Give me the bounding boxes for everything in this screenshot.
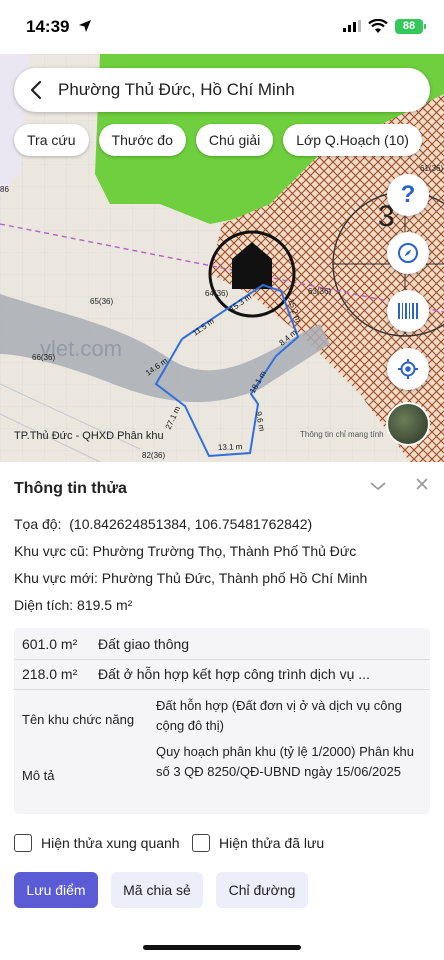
parcel-label: 64(36): [205, 289, 228, 298]
map-toolbar-chips: Tra cứu Thước đo Chú giải Lớp Q.Hoạch (1…: [14, 124, 422, 156]
parcel-label: 65(36): [90, 297, 113, 306]
map-view[interactable]: 3 vlet.com 65(36) 64(36) 63(36) 82(36) 6…: [0, 54, 444, 462]
description-label: Mô tả: [22, 768, 55, 783]
land-use-type: Đất giao thông: [98, 636, 190, 652]
checkbox-saved-parcels[interactable]: Hiện thửa đã lưu: [192, 834, 324, 852]
parcel-label: 63(36): [308, 287, 331, 296]
old-area-value: Phường Trường Thọ, Thành Phố Thủ Đức: [92, 543, 357, 559]
new-area-label: Khu vực mới:: [14, 570, 98, 586]
land-use-type: Đất ở hỗn hợp kết hợp công trình dịch vụ…: [98, 666, 370, 682]
barcode-icon: [398, 303, 418, 319]
compass-icon: [398, 243, 418, 263]
size-row: Diện tích: 819.5 m²: [14, 597, 132, 613]
map-disclaimer: Thông tin chỉ mang tính: [300, 430, 384, 439]
land-use-row[interactable]: 218.0 m² Đất ở hỗn hợp kết hợp công trìn…: [14, 660, 430, 688]
description-value: Quy hoạch phân khu (tỷ lệ 1/2000) Phân k…: [156, 744, 415, 779]
satellite-layer-toggle[interactable]: [386, 402, 430, 446]
old-area-label: Khu vực cũ:: [14, 543, 89, 559]
back-button[interactable]: [14, 68, 58, 112]
checkbox[interactable]: [14, 834, 32, 852]
land-use-area: 218.0 m²: [22, 666, 78, 682]
old-area-row: Khu vực cũ: Phường Trường Thọ, Thành Phố…: [14, 543, 356, 559]
zone-function-value: Đất hỗn hợp (Đất đơn vị ở và dịch vụ côn…: [156, 698, 402, 733]
home-indicator[interactable]: [143, 945, 301, 950]
parcel-info-panel: Thông tin thửa Tọa độ: (10.842624851384,…: [0, 462, 444, 960]
checkbox-label: Hiện thửa đã lưu: [219, 835, 325, 851]
search-title[interactable]: Phường Thủ Đức, Hồ Chí Minh: [58, 80, 295, 100]
chip-lop-quy-hoach[interactable]: Lớp Q.Hoạch (10): [283, 124, 422, 156]
checkbox-surrounding-parcels[interactable]: Hiện thửa xung quanh: [14, 834, 180, 852]
map-canvas[interactable]: 3 vlet.com 65(36) 64(36) 63(36) 82(36) 6…: [0, 54, 444, 462]
share-code-button[interactable]: Mã chia sẻ: [111, 872, 203, 908]
zone-function-label: Tên khu chức năng: [22, 712, 135, 727]
map-layer-caption: TP.Thủ Đức - QHXD Phân khu: [14, 430, 164, 442]
checkbox-label: Hiện thửa xung quanh: [41, 835, 180, 851]
size-value: 819.5 m²: [77, 597, 133, 613]
coords-row: Tọa độ: (10.842624851384, 106.7548176284…: [14, 516, 312, 532]
my-location-button[interactable]: [387, 348, 429, 390]
checkbox[interactable]: [192, 834, 210, 852]
land-use-row[interactable]: 601.0 m² Đất giao thông: [14, 630, 430, 658]
divider: [14, 689, 430, 690]
edge-length-label: 13.1 m: [218, 442, 243, 452]
parcel-label: 61(36): [420, 164, 443, 173]
battery-tip: [424, 24, 426, 29]
crosshair-icon: [398, 359, 418, 379]
directions-button[interactable]: Chỉ đường: [216, 872, 308, 908]
chevron-left-icon: [30, 80, 42, 100]
land-use-area: 601.0 m²: [22, 636, 78, 652]
help-icon: ?: [400, 181, 416, 208]
close-icon[interactable]: [414, 476, 430, 492]
land-use-detail-box: 601.0 m² Đất giao thông 218.0 m² Đất ở h…: [14, 628, 430, 814]
new-area-row: Khu vực mới: Phường Thủ Đức, Thành phố H…: [14, 570, 367, 586]
new-area-value: Phường Thủ Đức, Thành phố Hồ Chí Minh: [101, 570, 368, 586]
battery-indicator: 88: [395, 19, 423, 34]
status-bar: 14:39 88: [0, 0, 444, 54]
cellular-signal-icon: [343, 20, 361, 32]
coords-label: Tọa độ:: [14, 516, 62, 532]
parcel-label: 66(36): [32, 353, 55, 362]
chip-tra-cuu[interactable]: Tra cứu: [14, 124, 89, 156]
barcode-button[interactable]: [387, 290, 429, 332]
coords-value: (10.842624851384, 106.75481762842): [69, 516, 313, 532]
save-location-button[interactable]: Lưu điểm: [14, 872, 98, 908]
chevron-down-icon[interactable]: [368, 478, 388, 494]
panel-title: Thông tin thửa: [14, 480, 127, 497]
size-label: Diện tích:: [14, 597, 74, 613]
compass-button[interactable]: [387, 232, 429, 274]
wifi-icon: [368, 19, 388, 33]
parcel-label: 82(36): [142, 451, 165, 460]
building-symbol: [232, 259, 272, 289]
status-time: 14:39: [26, 17, 70, 36]
help-button[interactable]: ?: [387, 174, 429, 216]
chip-thuoc-do[interactable]: Thước đo: [98, 124, 186, 156]
search-bar[interactable]: Phường Thủ Đức, Hồ Chí Minh: [14, 68, 430, 112]
parcel-label: 86: [0, 185, 9, 194]
chip-chu-giai[interactable]: Chú giải: [195, 124, 274, 156]
location-arrow-icon: [79, 20, 91, 32]
